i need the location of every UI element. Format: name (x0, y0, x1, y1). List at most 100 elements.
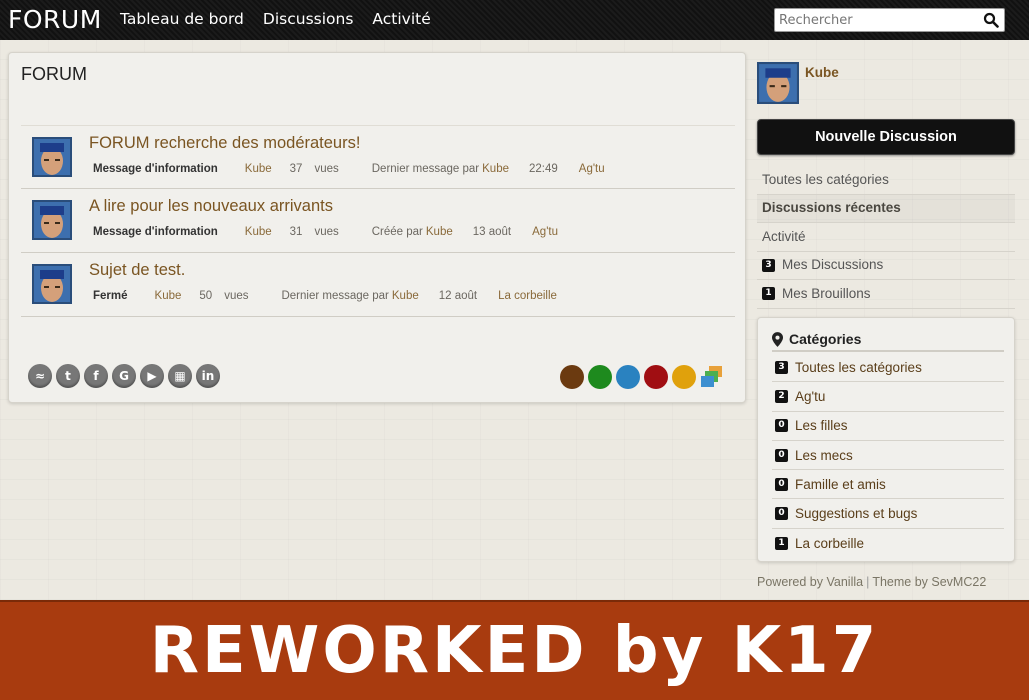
count-badge: 0 (775, 419, 788, 433)
view-count: 31 (289, 226, 303, 238)
nav-activity[interactable]: Activité (372, 10, 430, 28)
map-pin-icon (772, 331, 783, 347)
count-badge: 2 (775, 389, 788, 403)
social-links: ≈ t f G ▶ ▦ in (28, 364, 220, 388)
views-label: vues (224, 290, 249, 302)
last-post-label: Dernier message par (371, 163, 480, 175)
view-count: 37 (289, 163, 303, 175)
sidebar-item-recent-discussions[interactable]: Discussions récentes (757, 195, 1015, 223)
views-label: vues (314, 226, 339, 238)
avatar[interactable] (32, 264, 72, 304)
avatar[interactable] (32, 200, 72, 240)
linkedin-icon[interactable]: in (196, 364, 220, 388)
color-swatch-blue[interactable] (616, 365, 640, 389)
footer-credit: Powered by Vanilla | Theme by SevMC22 (757, 575, 986, 589)
sidebar-item-label: Toutes les catégories (762, 171, 889, 187)
google-icon[interactable]: G (112, 364, 136, 388)
discussion-tag: Message d'information (93, 163, 218, 175)
author-link[interactable]: Kube (245, 163, 272, 175)
powered-by-link[interactable]: Powered by Vanilla (757, 575, 863, 589)
discussion-item[interactable]: A lire pour les nouveaux arrivants Messa… (21, 189, 735, 253)
color-swatch-green[interactable] (588, 365, 612, 389)
count-badge: 0 (775, 507, 788, 521)
search-input[interactable] (775, 9, 975, 32)
count-badge: 3 (762, 258, 775, 272)
sidebar-item-my-drafts[interactable]: 1 Mes Brouillons (757, 280, 1015, 309)
discussion-title[interactable]: Sujet de test. (89, 261, 185, 280)
discussion-meta: Message d'information Kube 31 vues Créée… (93, 226, 558, 238)
new-discussion-button[interactable]: Nouvelle Discussion (757, 119, 1015, 155)
sidebar-item-label: Mes Discussions (782, 257, 884, 273)
color-swatch-yellow[interactable] (672, 365, 696, 389)
user-avatar[interactable] (757, 62, 799, 104)
last-post-user[interactable]: Kube (482, 163, 509, 175)
color-swatch-brown[interactable] (560, 365, 584, 389)
delicious-icon[interactable]: ▦ (168, 364, 192, 388)
last-post-user[interactable]: Kube (392, 290, 419, 302)
layers-icon[interactable] (700, 365, 724, 389)
discussion-title[interactable]: A lire pour les nouveaux arrivants (89, 197, 333, 216)
discussion-title[interactable]: FORUM recherche des modérateurs! (89, 134, 360, 153)
views-label: vues (314, 163, 339, 175)
youtube-icon[interactable]: ▶ (140, 364, 164, 388)
discussion-item[interactable]: Sujet de test. Fermé Kube 50 vues Dernie… (21, 253, 735, 317)
sidebar-item-label: Activité (762, 228, 806, 244)
count-badge: 3 (775, 360, 788, 374)
categories-title: Catégories (789, 331, 862, 347)
view-count: 50 (199, 290, 213, 302)
category-item[interactable]: 0 Les mecs (772, 441, 1004, 471)
discussion-list: FORUM recherche des modérateurs! Message… (21, 125, 735, 317)
category-link[interactable]: Ag'tu (532, 226, 558, 238)
category-item[interactable]: 0 Suggestions et bugs (772, 499, 1004, 529)
search-icon[interactable] (983, 12, 999, 28)
categories-box: Catégories 3 Toutes les catégories 2 Ag'tu… (757, 317, 1015, 562)
nav-dashboard[interactable]: Tableau de bord (120, 10, 244, 28)
author-link[interactable]: Kube (245, 226, 272, 238)
last-post-label: Créée par (371, 226, 423, 238)
category-item[interactable]: 0 Les filles (772, 412, 1004, 441)
category-label: Les filles (795, 418, 848, 434)
discussion-meta: Message d'information Kube 37 vues Derni… (93, 163, 605, 175)
category-item[interactable]: 2 Ag'tu (772, 382, 1004, 412)
footer-separator: | (866, 575, 870, 589)
promo-banner: REWORKED by K17 (0, 600, 1029, 700)
category-item[interactable]: 3 Toutes les catégories (772, 353, 1004, 383)
color-swatch-red[interactable] (644, 365, 668, 389)
rss-icon[interactable]: ≈ (28, 364, 52, 388)
category-label: La corbeille (795, 535, 865, 551)
discussions-panel: FORUM FORUM recherche des modérateurs! M… (8, 52, 746, 403)
avatar[interactable] (32, 137, 72, 177)
last-post-time: 22:49 (529, 163, 558, 175)
sidebar-item-label: Discussions récentes (762, 200, 901, 216)
sidebar-item-activity[interactable]: Activité (757, 223, 1015, 252)
twitter-icon[interactable]: t (56, 364, 80, 388)
category-label: Toutes les catégories (795, 359, 922, 375)
count-badge: 0 (775, 448, 788, 462)
category-item[interactable]: 0 Famille et amis (772, 470, 1004, 500)
category-link[interactable]: Ag'tu (579, 163, 605, 175)
discussion-tag: Fermé (93, 290, 128, 302)
page-title: FORUM (21, 64, 87, 84)
discussion-item[interactable]: FORUM recherche des modérateurs! Message… (21, 125, 735, 189)
nav-discussions[interactable]: Discussions (263, 10, 354, 28)
category-label: Ag'tu (795, 388, 826, 404)
author-link[interactable]: Kube (155, 290, 182, 302)
banner-text: REWORKED by K17 (149, 614, 880, 688)
user-name[interactable]: Kube (805, 65, 839, 80)
categories-header: Catégories (772, 328, 1004, 352)
discussion-tag: Message d'information (93, 226, 218, 238)
last-post-time: 13 août (472, 226, 512, 238)
category-label: Famille et amis (795, 476, 886, 492)
category-link[interactable]: La corbeille (498, 290, 557, 302)
facebook-icon[interactable]: f (84, 364, 108, 388)
sidebar-item-all-categories[interactable]: Toutes les catégories (757, 166, 1015, 195)
count-badge: 1 (762, 287, 775, 301)
last-post-user[interactable]: Kube (426, 226, 453, 238)
top-navbar: FORUM Tableau de bord Discussions Activi… (0, 0, 1029, 40)
category-item[interactable]: 1 La corbeille (772, 529, 1004, 558)
theme-color-picker (560, 365, 724, 389)
sidebar-item-label: Mes Brouillons (782, 285, 871, 301)
brand-logo[interactable]: FORUM (8, 5, 102, 34)
sidebar-item-my-discussions[interactable]: 3 Mes Discussions (757, 252, 1015, 280)
theme-credit-link[interactable]: Theme by SevMC22 (872, 575, 986, 589)
